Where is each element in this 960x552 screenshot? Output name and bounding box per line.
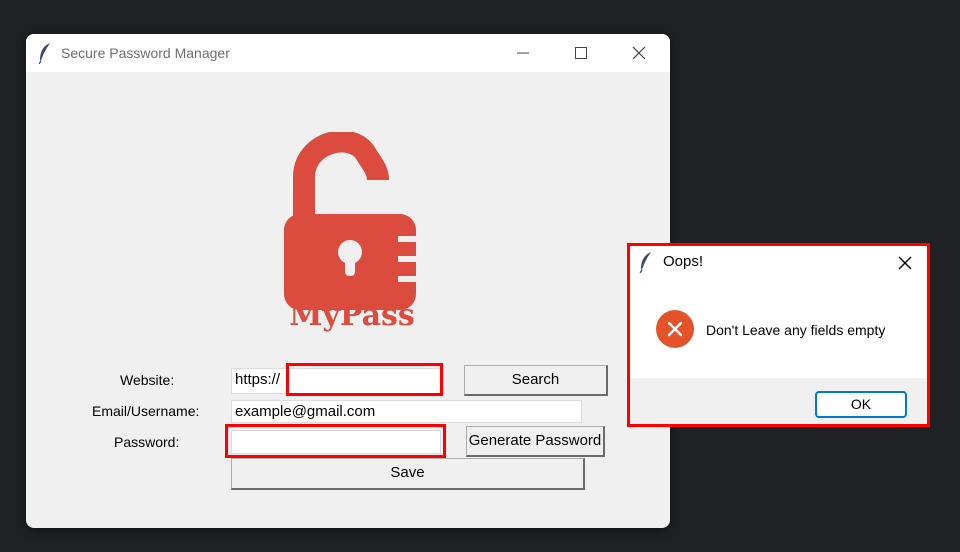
website-empty-highlight xyxy=(286,363,443,396)
title-bar: Secure Password Manager xyxy=(26,34,670,72)
password-label: Password: xyxy=(114,434,180,450)
email-label: Email/Username: xyxy=(92,403,200,419)
maximize-icon xyxy=(575,47,587,59)
mypass-logo: MyPass xyxy=(284,132,418,332)
password-empty-highlight xyxy=(225,424,446,458)
dialog-highlight xyxy=(627,243,930,427)
generate-password-button[interactable]: Generate Password xyxy=(466,426,605,457)
close-button[interactable] xyxy=(616,34,662,72)
feather-icon xyxy=(38,43,50,64)
search-button[interactable]: Search xyxy=(464,365,608,396)
minimize-icon xyxy=(517,52,529,54)
save-button[interactable]: Save xyxy=(231,458,585,490)
maximize-button[interactable] xyxy=(558,34,604,72)
email-input[interactable]: example@gmail.com xyxy=(231,400,582,423)
main-window: Secure Password Manager MyPass Website: … xyxy=(26,34,670,528)
close-icon xyxy=(632,46,646,60)
window-title: Secure Password Manager xyxy=(61,45,230,61)
error-dialog: Oops! Don't Leave any fields empty OK xyxy=(627,243,930,427)
logo-text: MyPass xyxy=(289,298,415,332)
website-label: Website: xyxy=(120,372,175,388)
minimize-button[interactable] xyxy=(500,34,546,72)
